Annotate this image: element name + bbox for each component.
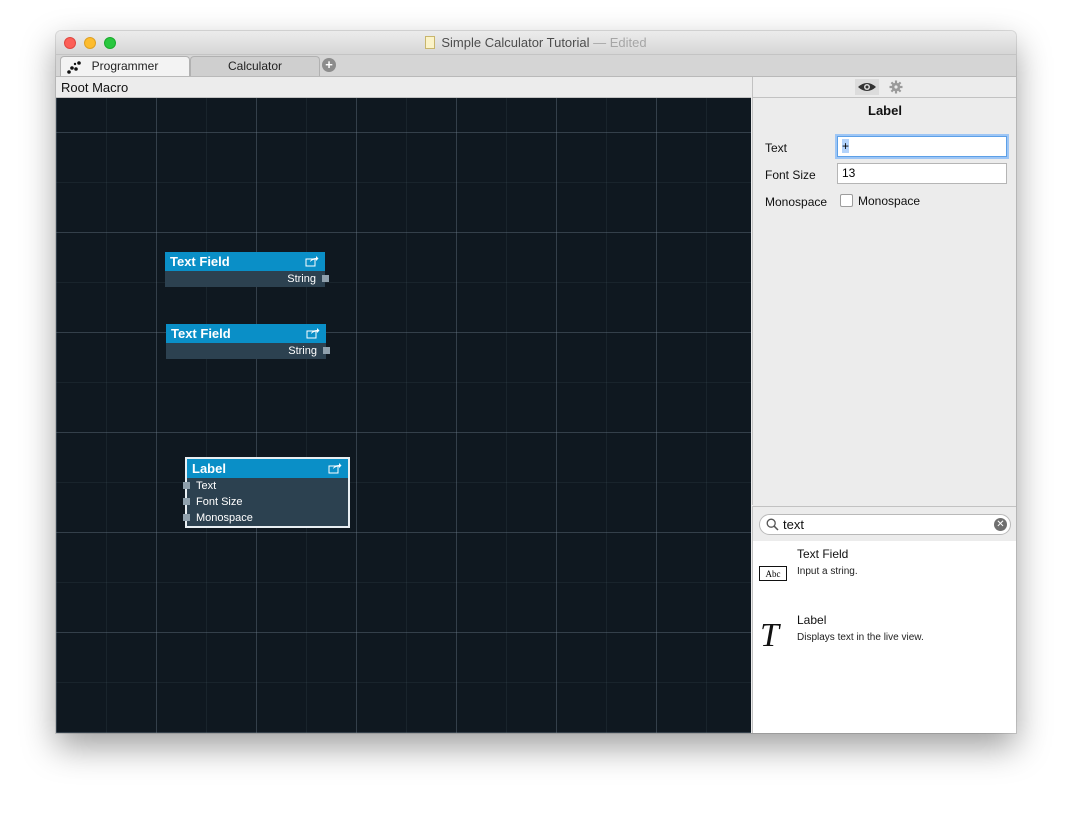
tab-bar: Programmer Calculator + xyxy=(56,55,1016,77)
output-port[interactable] xyxy=(323,347,330,354)
port-label: String xyxy=(287,273,316,285)
output-port[interactable] xyxy=(322,275,329,282)
node-title: Label xyxy=(192,461,226,476)
node-canvas[interactable]: Text Field String Text Field String Labe… xyxy=(56,98,751,733)
node-header[interactable]: Text Field xyxy=(166,324,326,343)
search-icon xyxy=(766,518,779,531)
tab-programmer[interactable]: Programmer xyxy=(60,56,190,76)
node-title: Text Field xyxy=(170,254,230,269)
inspector-toggle-bar xyxy=(752,77,1016,98)
library-item-description: Input a string. xyxy=(797,566,858,577)
tab-calculator[interactable]: Calculator xyxy=(190,56,320,76)
text-prop-field[interactable]: + xyxy=(837,136,1007,157)
share-icon[interactable] xyxy=(305,255,319,267)
text-t-icon: T xyxy=(760,617,779,654)
font-size-prop-value: 13 xyxy=(842,166,856,180)
port-label: Monospace xyxy=(196,512,253,524)
node-title: Text Field xyxy=(171,326,231,341)
window-title-text: Simple Calculator Tutorial xyxy=(441,35,590,50)
text-field-node[interactable]: Text Field String xyxy=(165,252,329,287)
monospace-prop-label: Monospace xyxy=(765,195,828,209)
library-item-description: Displays text in the live view. xyxy=(797,632,924,643)
node-body: String xyxy=(166,343,330,359)
node-header[interactable]: Text Field xyxy=(165,252,325,271)
font-size-prop-field[interactable]: 13 xyxy=(837,163,1007,184)
node-graph-icon xyxy=(67,61,81,74)
label-node[interactable]: Label Text Font Size Monospace xyxy=(183,457,350,528)
library-panel: text ✕ Abc Text Field Input a string. T … xyxy=(752,506,1016,733)
abc-text-field-icon: Abc xyxy=(759,566,787,581)
font-size-prop-label: Font Size xyxy=(765,168,816,182)
node-header[interactable]: Label xyxy=(187,459,348,478)
node-body: Text Font Size Monospace xyxy=(183,478,348,526)
tab-label: Programmer xyxy=(91,59,159,73)
monospace-checkbox-label[interactable]: Monospace xyxy=(858,194,920,208)
app-window: Simple Calculator Tutorial — Edited Prog… xyxy=(56,31,1016,733)
gear-icon[interactable] xyxy=(889,80,903,94)
port-row: Font Size xyxy=(183,494,348,510)
window-title: Simple Calculator Tutorial — Edited xyxy=(56,35,1016,50)
library-item-title: Label xyxy=(797,613,827,627)
port-label: Font Size xyxy=(196,496,243,508)
search-query: text xyxy=(783,517,804,532)
input-port[interactable] xyxy=(183,498,190,505)
title-separator: — xyxy=(593,35,607,50)
library-item-label[interactable]: T Label Displays text in the live view. xyxy=(753,613,1016,675)
node-body: String xyxy=(165,271,329,287)
library-search-bar: text ✕ xyxy=(753,507,1016,541)
add-tab-icon[interactable]: + xyxy=(322,58,336,72)
port-label: Text xyxy=(196,480,217,492)
title-bar[interactable]: Simple Calculator Tutorial — Edited xyxy=(56,31,1016,55)
input-port[interactable] xyxy=(183,514,190,521)
text-prop-value: + xyxy=(842,139,850,153)
inspector-panel: Label Text + Font Size 13 Monospace Mono… xyxy=(752,98,1016,505)
port-row: String xyxy=(166,343,330,359)
inspector-heading: Label xyxy=(868,103,902,118)
port-row: Monospace xyxy=(183,510,348,526)
port-label: String xyxy=(288,345,317,357)
edited-status: Edited xyxy=(609,35,647,50)
tab-label: Calculator xyxy=(227,59,283,73)
eye-icon[interactable] xyxy=(855,79,879,95)
library-item-title: Text Field xyxy=(797,547,849,561)
library-search-input[interactable]: text ✕ xyxy=(759,514,1011,535)
text-field-node[interactable]: Text Field String xyxy=(166,324,330,359)
library-item-text-field[interactable]: Abc Text Field Input a string. xyxy=(753,547,1016,609)
breadcrumb[interactable]: Root Macro xyxy=(61,80,128,95)
text-prop-label: Text xyxy=(765,141,788,155)
path-bar: Root Macro xyxy=(56,77,751,98)
port-row: Text xyxy=(183,478,348,494)
input-port[interactable] xyxy=(183,482,190,489)
document-icon xyxy=(425,36,436,49)
share-icon[interactable] xyxy=(306,327,320,339)
port-row: String xyxy=(165,271,329,287)
monospace-checkbox[interactable] xyxy=(840,194,853,207)
clear-search-icon[interactable]: ✕ xyxy=(994,518,1007,531)
share-icon[interactable] xyxy=(328,462,342,474)
